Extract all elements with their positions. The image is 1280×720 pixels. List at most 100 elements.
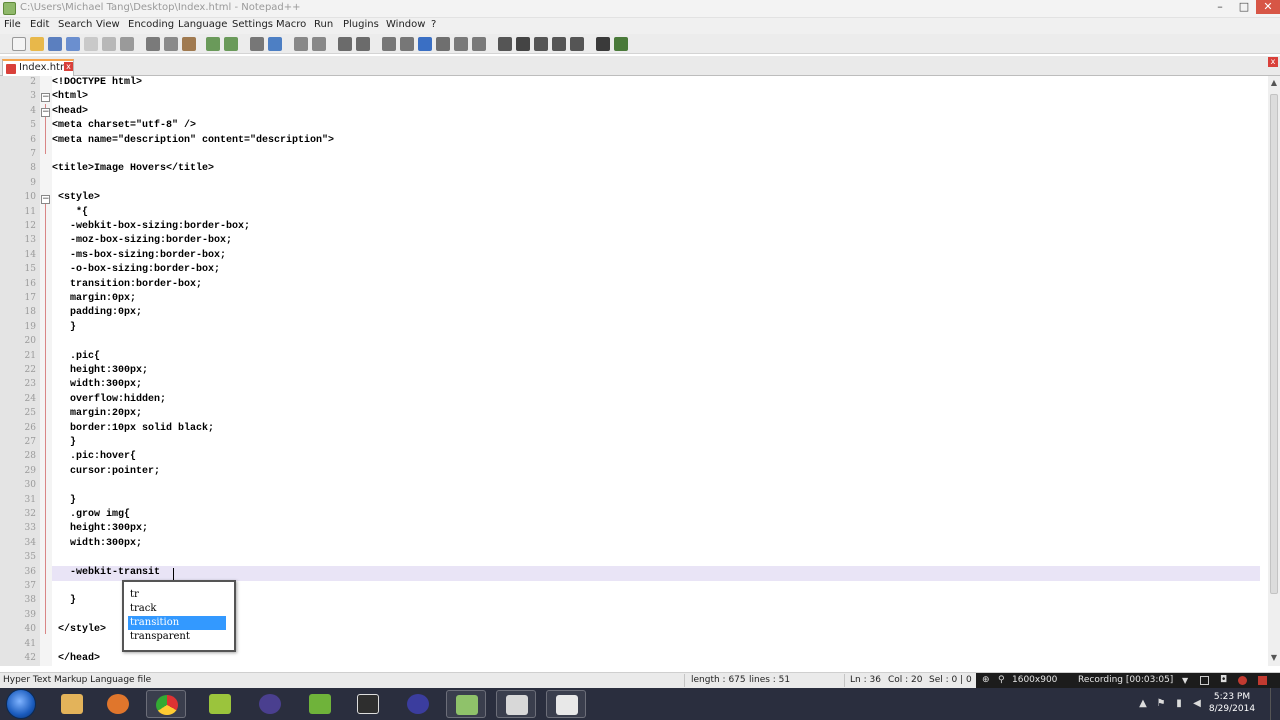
- launch-browser-icon[interactable]: [596, 37, 610, 51]
- autocomplete-item-selected[interactable]: transition: [128, 616, 226, 630]
- taskbar-chrome[interactable]: [146, 690, 186, 718]
- new-file-icon[interactable]: [12, 37, 26, 51]
- record-icon[interactable]: [1238, 676, 1247, 685]
- taskbar-android-studio[interactable]: [200, 690, 240, 718]
- code-line[interactable]: 29 cursor:pointer;: [0, 466, 1268, 480]
- camera-icon[interactable]: ◘: [1220, 676, 1229, 685]
- code-line[interactable]: 3 <html>: [0, 91, 1268, 105]
- stop-recording-icon[interactable]: [1258, 676, 1267, 685]
- code-line[interactable]: 35: [0, 552, 1268, 566]
- menu-view[interactable]: View: [96, 19, 120, 30]
- save-macro-icon[interactable]: [570, 37, 584, 51]
- autocomplete-item[interactable]: tr: [128, 588, 226, 602]
- copy-icon[interactable]: [164, 37, 178, 51]
- close-all-icon[interactable]: [102, 37, 116, 51]
- dropdown-icon[interactable]: ▼: [1182, 676, 1191, 685]
- record-macro-icon[interactable]: [498, 37, 512, 51]
- taskbar-eclipse[interactable]: [250, 690, 290, 718]
- code-line[interactable]: 33 height:300px;: [0, 523, 1268, 537]
- code-line[interactable]: 27 }: [0, 437, 1268, 451]
- taskbar-video-app[interactable]: [348, 690, 388, 718]
- code-line[interactable]: 14 -ms-box-sizing:border-box;: [0, 250, 1268, 264]
- menu-settings[interactable]: Settings: [232, 19, 273, 30]
- tab-close-icon[interactable]: x: [64, 62, 73, 71]
- code-line[interactable]: 22 height:300px;: [0, 365, 1268, 379]
- code-line[interactable]: 32 .grow img{: [0, 509, 1268, 523]
- code-line[interactable]: 30: [0, 480, 1268, 494]
- code-line[interactable]: 24 overflow:hidden;: [0, 394, 1268, 408]
- taskbar-utorrent[interactable]: [300, 690, 340, 718]
- system-clock[interactable]: 5:23 PM 8/29/2014: [1206, 691, 1258, 715]
- minimize-button[interactable]: –: [1208, 0, 1232, 14]
- taskbar-explorer[interactable]: [52, 690, 92, 718]
- start-button[interactable]: [6, 689, 36, 719]
- replace-icon[interactable]: [268, 37, 282, 51]
- code-line[interactable]: 11 *{: [0, 207, 1268, 221]
- close-document-icon[interactable]: x: [1268, 57, 1278, 67]
- code-line[interactable]: 31 }: [0, 495, 1268, 509]
- taskbar-app[interactable]: [496, 690, 536, 718]
- open-file-icon[interactable]: [30, 37, 44, 51]
- paste-icon[interactable]: [182, 37, 196, 51]
- code-line[interactable]: 10 <style>: [0, 192, 1268, 206]
- code-editor[interactable]: − − − 2 <!DOCTYPE html> 3 <html> 4 <head> 5 <me…: [0, 76, 1268, 666]
- menu-search[interactable]: Search: [58, 19, 92, 30]
- code-line[interactable]: 8 <title>Image Hovers</title>: [0, 163, 1268, 177]
- find-icon[interactable]: [250, 37, 264, 51]
- code-line[interactable]: 6 <meta name="description" content="descr…: [0, 135, 1268, 149]
- code-line[interactable]: 9: [0, 178, 1268, 192]
- tab-index-html[interactable]: Index.html x: [2, 59, 74, 76]
- code-line[interactable]: 7: [0, 149, 1268, 163]
- code-line[interactable]: 5 <meta charset="utf-8" />: [0, 120, 1268, 134]
- volume-icon[interactable]: ◀: [1192, 699, 1202, 709]
- code-line[interactable]: 18 padding:0px;: [0, 307, 1268, 321]
- resize-icon[interactable]: ⊕: [982, 676, 991, 685]
- vertical-scrollbar[interactable]: ▲ ▼: [1268, 76, 1280, 666]
- tray-expand-icon[interactable]: ▲: [1138, 699, 1148, 709]
- pause-icon[interactable]: [1200, 676, 1209, 685]
- cut-icon[interactable]: [146, 37, 160, 51]
- menu-run[interactable]: Run: [314, 19, 333, 30]
- taskbar-media-player[interactable]: [98, 690, 138, 718]
- code-line[interactable]: 28 .pic:hover{: [0, 451, 1268, 465]
- print-icon[interactable]: [120, 37, 134, 51]
- play-macro-icon[interactable]: [534, 37, 548, 51]
- save-all-icon[interactable]: [66, 37, 80, 51]
- scroll-down-icon[interactable]: ▼: [1270, 654, 1278, 662]
- close-file-icon[interactable]: [84, 37, 98, 51]
- save-icon[interactable]: [48, 37, 62, 51]
- menu-file[interactable]: File: [4, 19, 21, 30]
- plugin-icon[interactable]: [614, 37, 628, 51]
- code-line[interactable]: 12 -webkit-box-sizing:border-box;: [0, 221, 1268, 235]
- show-all-chars-icon[interactable]: [400, 37, 414, 51]
- scrollbar-thumb[interactable]: [1270, 94, 1278, 594]
- language-icon[interactable]: [436, 37, 450, 51]
- autocomplete-item[interactable]: track: [128, 602, 226, 616]
- undo-icon[interactable]: [206, 37, 220, 51]
- network-icon[interactable]: ▮: [1174, 699, 1184, 709]
- run-macro-multiple-icon[interactable]: [552, 37, 566, 51]
- maximize-button[interactable]: □: [1232, 0, 1256, 14]
- close-button[interactable]: ✕: [1256, 0, 1280, 14]
- menu-help[interactable]: ?: [431, 19, 436, 30]
- code-line[interactable]: 42 </head>: [0, 653, 1268, 667]
- menu-language[interactable]: Language: [178, 19, 227, 30]
- menu-window[interactable]: Window: [386, 19, 425, 30]
- code-line[interactable]: 2 <!DOCTYPE html>: [0, 77, 1268, 91]
- code-line[interactable]: 13 -moz-box-sizing:border-box;: [0, 235, 1268, 249]
- function-list-icon[interactable]: [472, 37, 486, 51]
- taskbar-eclipse-2[interactable]: [398, 690, 438, 718]
- code-line[interactable]: 16 transition:border-box;: [0, 279, 1268, 293]
- autocomplete-item[interactable]: transparent: [128, 630, 226, 644]
- tray-flag-icon[interactable]: ⚑: [1156, 699, 1166, 709]
- indent-guide-icon[interactable]: [418, 37, 432, 51]
- code-line[interactable]: 15 -o-box-sizing:border-box;: [0, 264, 1268, 278]
- code-line[interactable]: 4 <head>: [0, 106, 1268, 120]
- code-line[interactable]: 20: [0, 336, 1268, 350]
- taskbar-calculator[interactable]: [546, 690, 586, 718]
- code-line[interactable]: 34 width:300px;: [0, 538, 1268, 552]
- taskbar-notepad-plus-plus[interactable]: [446, 690, 486, 718]
- redo-icon[interactable]: [224, 37, 238, 51]
- sync-vertical-icon[interactable]: [338, 37, 352, 51]
- code-line[interactable]: 26 border:10px solid black;: [0, 423, 1268, 437]
